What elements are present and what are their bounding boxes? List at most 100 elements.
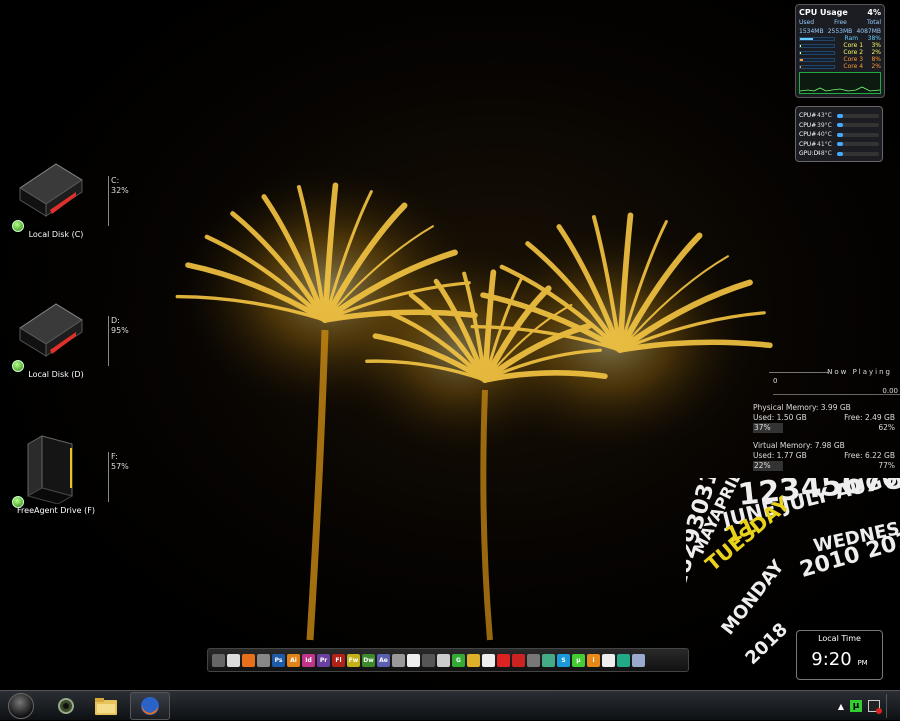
virtual-used: Used: 1.77 GB [753, 451, 807, 460]
desktop: Local Disk (C) C: 32% Local Disk (D) D: … [0, 0, 900, 690]
utorrent-tray-icon[interactable]: µ [850, 700, 862, 712]
cpu-history-graph [799, 72, 881, 94]
fl-icon[interactable]: Fl [332, 653, 345, 667]
drive-icon-c[interactable]: Local Disk (C) C: 32% [8, 158, 129, 268]
ai-icon[interactable]: Ai [287, 653, 300, 667]
app10-icon[interactable] [542, 653, 555, 667]
taskbar: ▲ µ [0, 690, 900, 720]
drive-label: FreeAgent Drive (F) [17, 506, 95, 515]
col-used: Used [799, 19, 815, 26]
app8-icon[interactable] [512, 653, 525, 667]
cpu-row-pct: 3% [871, 42, 881, 49]
ps-icon[interactable]: Ps [272, 653, 285, 667]
cpu-row-name: Core 1 [843, 42, 864, 49]
fw-icon[interactable]: Fw [347, 653, 360, 667]
sensor-value: 39°C [817, 121, 832, 129]
id-icon[interactable]: Id [302, 653, 315, 667]
recycle-icon[interactable] [632, 653, 645, 667]
skype-icon[interactable]: S [557, 653, 570, 667]
memory-columns: Used Free Total [799, 19, 881, 26]
memory-values: 1534MB 2553MB 4087MB [799, 28, 881, 35]
temperature-gadget[interactable]: CPU# 43°C CPU# 39°C CPU# 40°C CPU# 41°C GPU:D 48°… [795, 106, 883, 162]
taskbar-explorer[interactable] [86, 692, 126, 720]
chrome-icon[interactable]: G [452, 653, 465, 667]
temperature-row: CPU# 41°C [799, 140, 879, 150]
app3-icon[interactable] [422, 653, 435, 667]
now-playing-widget[interactable]: Now Playing 0 0.00 [753, 366, 900, 396]
show-hidden-icons-icon[interactable]: ▲ [838, 702, 844, 711]
drive-usage-pct: 95% [111, 326, 129, 335]
app12-icon[interactable] [602, 653, 615, 667]
usage-bar [799, 50, 835, 55]
hard-disk-icon [19, 303, 83, 357]
physical-free: Free: 2.49 GB [844, 413, 895, 422]
virtual-used-pct: 22% [753, 461, 783, 471]
local-time-clock[interactable]: Local Time 9:20 PM [796, 630, 883, 680]
cpu-row: Core 3 8% [799, 56, 881, 63]
clock-time: 9:20 [811, 649, 852, 670]
taskbar-firefox[interactable] [130, 692, 170, 720]
firefox-icon[interactable] [242, 653, 255, 667]
drive-letter: F: [111, 452, 118, 461]
temperature-row: CPU# 39°C [799, 121, 879, 131]
val-used: 1534MB [799, 28, 824, 35]
tool-icon[interactable] [257, 653, 270, 667]
show-desktop-button[interactable] [886, 694, 894, 718]
cpu-row-pct: 38% [867, 35, 881, 42]
utorrent-icon[interactable]: µ [572, 653, 585, 667]
drive-icon-d[interactable]: Local Disk (D) D: 95% [8, 298, 129, 408]
sensor-name: CPU# [799, 121, 817, 129]
cpu-row-name: Core 4 [843, 63, 864, 70]
app9-icon[interactable] [527, 653, 540, 667]
application-dock: Ps Ai Id Pr Fl Fw Dw Ae G Sµ i [207, 648, 689, 672]
app13-icon[interactable] [617, 653, 630, 667]
now-playing-title: Now Playing [827, 368, 892, 376]
cpu-row-name: Core 3 [843, 56, 864, 63]
hard-disk-icon [19, 163, 83, 217]
sensor-name: CPU# [799, 131, 817, 139]
physical-used-pct: 37% [753, 423, 783, 433]
drive-usage-pct: 32% [111, 186, 129, 195]
monitor-icon[interactable] [212, 653, 225, 667]
cpu-row-pct: 2% [871, 63, 881, 70]
cpu-row-name: Core 2 [843, 49, 864, 56]
cpu-row: Core 2 2% [799, 49, 881, 56]
pr-icon[interactable]: Pr [317, 653, 330, 667]
temperature-bar [837, 132, 879, 137]
temperature-rows: CPU# 43°C CPU# 39°C CPU# 40°C CPU# 41°C GPU:D 48°… [799, 111, 879, 159]
app5-icon[interactable] [467, 653, 480, 667]
drive-letter: C: [111, 176, 120, 185]
start-button[interactable] [8, 693, 34, 719]
usage-bar [799, 43, 835, 48]
taskbar-app-gadget[interactable] [46, 692, 86, 720]
cpu-row-name: Ram [844, 35, 859, 42]
cpu-row: Core 1 3% [799, 42, 881, 49]
cpu-row-pct: 8% [871, 56, 881, 63]
sensor-name: CPU# [799, 140, 817, 148]
network-icon[interactable] [868, 700, 882, 714]
dw-icon[interactable]: Dw [362, 653, 375, 667]
app1-icon[interactable] [392, 653, 405, 667]
val-total: 4087MB [856, 28, 881, 35]
sensor-value: 41°C [817, 140, 832, 148]
app6-icon[interactable] [482, 653, 495, 667]
temperature-row: GPU:D 48°C [799, 149, 879, 159]
drive-icon-f[interactable]: FreeAgent Drive (F) F: 57% [8, 434, 129, 544]
drive-usage-meter: C: 32% [108, 176, 138, 226]
physical-used: Used: 1.50 GB [753, 413, 807, 422]
ae-icon[interactable]: Ae [377, 653, 390, 667]
clock-time-row: 9:20 PM [797, 649, 882, 670]
sensor-value: 40°C [817, 131, 832, 139]
app7-icon[interactable] [497, 653, 510, 667]
cpu-usage-gadget[interactable]: CPU Usage 4% Used Free Total 1534MB 2553… [795, 4, 885, 98]
wifi-icon[interactable] [227, 653, 240, 667]
external-drive-icon [26, 435, 74, 504]
app2-icon[interactable] [407, 653, 420, 667]
app11-icon[interactable]: i [587, 653, 600, 667]
usage-bar [799, 64, 835, 69]
col-total: Total [866, 19, 881, 26]
swirl-years-prev: 2018 [741, 619, 793, 669]
drive-label: Local Disk (D) [28, 370, 84, 379]
app4-icon[interactable] [437, 653, 450, 667]
core-rows: Ram 38% Core 1 3% Core 2 2% Core 3 8% Core 4 2% [799, 35, 881, 70]
